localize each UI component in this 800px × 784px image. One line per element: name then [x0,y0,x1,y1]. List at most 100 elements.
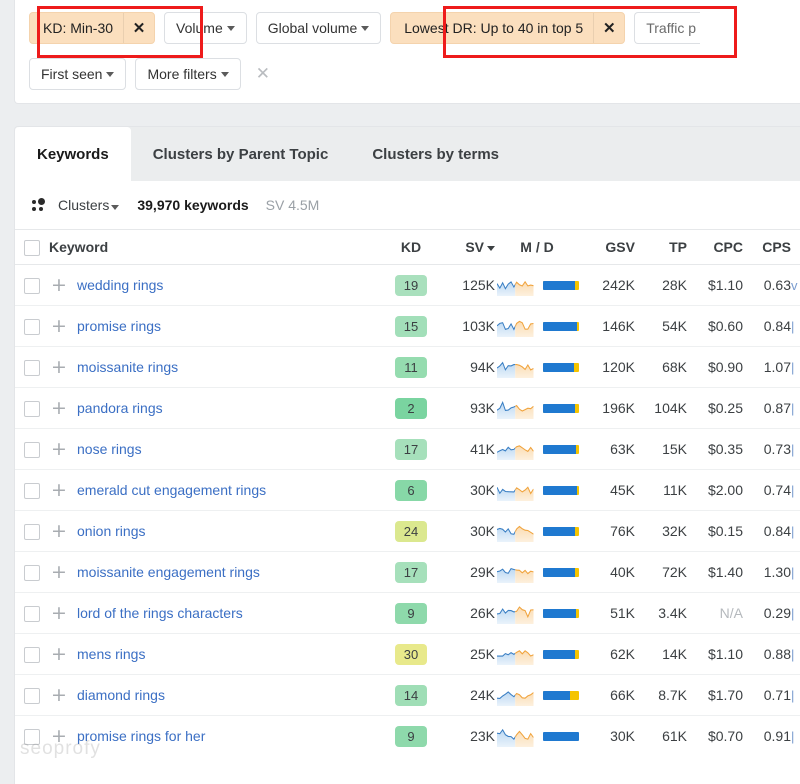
row-select-cell [15,592,49,634]
table-row[interactable]: + diamond rings 14 24K 66K 8.7K $1.70 0.71 | [15,674,800,716]
keyword-link[interactable]: moissanite rings [77,359,178,375]
keyword-link[interactable]: pandora rings [77,400,163,416]
keywords-table: Keyword KD SV M / D GSV TP CPC CPS + wedd… [15,229,800,757]
table-row[interactable]: + promise rings 15 103K 146K 54K $0.60 0.84 | [15,305,800,347]
table-row[interactable]: + wedding rings 19 125K 242K 28K $1.10 0.63 v [15,264,800,306]
row-checkbox[interactable] [24,359,40,376]
table-row[interactable]: + onion rings 24 30K 76K 32K $0.15 0.84 | [15,510,800,552]
add-keyword-icon[interactable]: + [51,726,67,746]
keyword-link[interactable]: mens rings [77,646,145,662]
keyword-link[interactable]: promise rings [77,318,161,334]
table-row[interactable]: + mens rings 30 25K 62K 14K $1.10 0.88 | [15,633,800,675]
row-select-cell [15,469,49,511]
mobile-desktop-bar [542,362,579,372]
add-keyword-icon[interactable]: + [51,316,67,336]
keyword-link[interactable]: diamond rings [77,687,165,703]
overflow-cell: | [791,346,800,388]
add-keyword-icon[interactable]: + [51,521,67,541]
column-header-cps[interactable]: CPS [743,229,791,265]
table-row[interactable]: + emerald cut engagement rings 6 30K 45K 11K $… [15,469,800,511]
tab-clusters-by-terms[interactable]: Clusters by terms [350,127,521,181]
table-row[interactable]: + lord of the rings characters 9 26K 51K 3.4K… [15,592,800,634]
column-header-gsv[interactable]: GSV [579,229,635,265]
column-header-keyword[interactable]: Keyword [49,229,389,265]
gsv-cell: 242K [579,264,635,306]
table-row[interactable]: + nose rings 17 41K 63K 15K $0.35 0.73 | [15,428,800,470]
row-checkbox[interactable] [24,605,40,622]
table-row[interactable]: + pandora rings 2 93K 196K 104K $0.25 0.87 | [15,387,800,429]
keyword-link[interactable]: emerald cut engagement rings [77,482,266,498]
filter-chip-more-filters[interactable]: More filters [135,58,241,90]
kd-badge: 17 [395,438,427,460]
cpc-cell: $1.10 [687,264,743,306]
column-header-tp[interactable]: TP [635,229,687,265]
gsv-cell: 45K [579,469,635,511]
clear-filters-icon[interactable]: ✕ [256,65,270,83]
add-keyword-icon[interactable]: + [51,398,67,418]
row-select-cell [15,716,49,757]
keyword-link[interactable]: promise rings for her [77,728,205,744]
add-keyword-icon[interactable]: + [51,603,67,623]
keyword-link[interactable]: moissanite engagement rings [77,564,260,580]
cpc-cell: $0.60 [687,305,743,347]
overflow-value: | [791,688,795,703]
add-keyword-icon[interactable]: + [51,644,67,664]
keyword-link[interactable]: lord of the rings characters [77,605,243,621]
add-keyword-icon[interactable]: + [51,275,67,295]
filter-chip-first-seen[interactable]: First seen [29,58,127,90]
overflow-value: | [791,524,795,539]
clusters-dropdown[interactable]: Clusters [58,197,120,213]
mobile-desktop-cell [495,674,579,716]
row-checkbox[interactable] [24,318,40,335]
tab-keywords[interactable]: Keywords [15,127,131,181]
row-checkbox[interactable] [24,728,40,745]
overflow-cell: | [791,551,800,593]
filter-chip-global-volume[interactable]: Global volume [255,12,382,44]
row-checkbox[interactable] [24,277,40,294]
tab-clusters-by-parent-topic[interactable]: Clusters by Parent Topic [131,127,351,181]
row-checkbox[interactable] [24,482,40,499]
row-checkbox[interactable] [24,400,40,417]
add-keyword-icon[interactable]: + [51,439,67,459]
overflow-cell: | [791,469,800,511]
column-header-sv[interactable]: SV [433,229,495,265]
table-row[interactable]: + moissanite rings 11 94K 120K 68K $0.90 1.07 | [15,346,800,388]
row-select-cell [15,305,49,347]
table-row[interactable]: + promise rings for her 9 23K 30K 61K $0.70 0.9… [15,716,800,757]
tp-cell: 28K [635,264,687,306]
table-body: + wedding rings 19 125K 242K 28K $1.10 0.63 v + pr… [15,264,800,757]
kd-cell: 17 [389,428,433,470]
sv-cell: 30K [433,469,495,511]
kd-cell: 9 [389,592,433,634]
add-keyword-icon[interactable]: + [51,480,67,500]
row-checkbox[interactable] [24,523,40,540]
kd-badge: 11 [395,356,427,378]
gsv-cell: 63K [579,428,635,470]
column-header-kd[interactable]: KD [389,229,433,265]
table-row[interactable]: + moissanite engagement rings 17 29K 40K 72K $… [15,551,800,593]
chevron-down-icon [220,71,229,77]
keyword-cell: + onion rings [49,510,389,552]
add-keyword-icon[interactable]: + [51,357,67,377]
keyword-link[interactable]: wedding rings [77,277,163,293]
row-checkbox[interactable] [24,441,40,458]
cpc-cell: $1.10 [687,633,743,675]
keyword-link[interactable]: nose rings [77,441,142,457]
column-header-mobile-desktop[interactable]: M / D [495,229,579,265]
add-keyword-icon[interactable]: + [51,685,67,705]
row-checkbox[interactable] [24,646,40,663]
mobile-desktop-cell [495,346,579,388]
kd-badge: 17 [395,561,427,583]
add-keyword-icon[interactable]: + [51,562,67,582]
keyword-link[interactable]: onion rings [77,523,146,539]
kd-badge: 24 [395,520,427,542]
select-all-checkbox[interactable] [24,239,40,256]
row-checkbox[interactable] [24,687,40,704]
table-header: Keyword KD SV M / D GSV TP CPC CPS [15,229,800,265]
row-select-cell [15,674,49,716]
highlight-box-lowest-dr-filter [443,6,737,58]
mobile-desktop-cell [495,387,579,429]
column-header-cpc[interactable]: CPC [687,229,743,265]
cpc-cell: $0.15 [687,510,743,552]
row-checkbox[interactable] [24,564,40,581]
